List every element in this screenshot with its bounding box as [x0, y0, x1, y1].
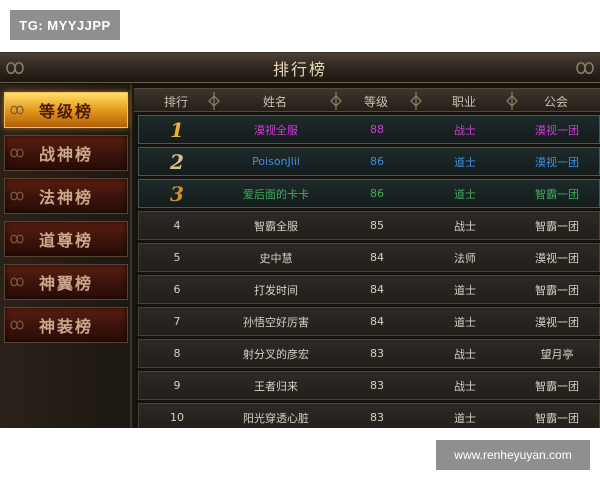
player-name-cell: 射分叉的彦宏 [243, 347, 309, 361]
table-row[interactable]: 3 爱后面的卡卡 86 道士 智霸一团 [138, 179, 600, 208]
player-name-cell: 智霸全服 [254, 219, 298, 233]
tab-label: 神翼榜 [38, 274, 93, 293]
guild-cell: 漠视一团 [535, 315, 579, 329]
level-cell: 84 [370, 315, 384, 328]
table-row[interactable]: 2 PoisonJlii 86 道士 漠视一团 [138, 147, 600, 176]
level-cell: 88 [370, 123, 384, 136]
tab-equipment[interactable]: 神装榜 [4, 307, 128, 343]
tab-label: 法神榜 [38, 188, 93, 207]
knot-ornament-icon [576, 61, 594, 75]
site-watermark: www.renheyuyan.com [436, 440, 590, 470]
knot-ornament-icon [10, 105, 24, 115]
window-title: 排行榜 [272, 59, 327, 79]
level-cell: 83 [370, 347, 384, 360]
title-bar: 排行榜 [0, 53, 600, 83]
table-row[interactable]: 5 史中慧 84 法师 漠视一团 [138, 243, 600, 272]
leaderboard-window: 排行榜 等级榜战神榜法神榜道尊榜神翼榜神装榜 排行 姓名 等级 职业 公会 1 漠视全服 8… [0, 52, 600, 428]
player-name-cell: 爱后面的卡卡 [243, 187, 309, 201]
job-cell: 道士 [454, 411, 476, 425]
guild-cell: 智霸一团 [535, 411, 579, 425]
guild-cell: 漠视一团 [535, 123, 579, 137]
knot-ornament-icon [10, 234, 24, 244]
rank-cell: 8 [173, 347, 181, 360]
rank-cell: 1 [170, 117, 184, 142]
table-row[interactable]: 9 王者归来 83 战士 智霸一团 [138, 371, 600, 400]
table-row[interactable]: 4 智霸全服 85 战士 智霸一团 [138, 211, 600, 240]
job-cell: 道士 [454, 155, 476, 169]
table-row[interactable]: 8 射分叉的彦宏 83 战士 望月亭 [138, 339, 600, 368]
column-divider-icon [208, 92, 220, 110]
tab-level[interactable]: 等级榜 [4, 92, 128, 128]
rank-cell: 7 [173, 315, 181, 328]
rank-cell: 10 [170, 411, 184, 424]
job-cell: 道士 [454, 187, 476, 201]
player-name-cell: 孙悟空好厉害 [243, 315, 309, 329]
table-row[interactable]: 7 孙悟空好厉害 84 道士 漠视一团 [138, 307, 600, 336]
job-cell: 战士 [454, 219, 476, 233]
tab-label: 道尊榜 [38, 231, 93, 250]
rank-cell: 2 [170, 149, 184, 174]
job-cell: 法师 [454, 251, 476, 265]
level-cell: 83 [370, 379, 384, 392]
guild-cell: 望月亭 [540, 347, 574, 361]
job-cell: 道士 [454, 315, 476, 329]
header-name: 姓名 [262, 94, 287, 109]
table-row[interactable]: 10 阳光穿透心脏 83 道士 智霸一团 [138, 403, 600, 428]
column-divider-icon [506, 92, 518, 110]
knot-ornament-icon [10, 148, 24, 158]
table-row[interactable]: 1 漠视全服 88 战士 漠视一团 [138, 115, 600, 144]
guild-cell: 智霸一团 [535, 283, 579, 297]
tab-mage[interactable]: 法神榜 [4, 178, 128, 214]
player-name-cell: 漠视全服 [254, 123, 298, 137]
tab-warrior[interactable]: 战神榜 [4, 135, 128, 171]
ranking-table: 排行 姓名 等级 职业 公会 1 漠视全服 88 战士 漠视一团 2 PoisonJlii 86 道士漠… [134, 84, 600, 428]
player-name-cell: 阳光穿透心脏 [243, 411, 309, 425]
guild-cell: 智霸一团 [535, 219, 579, 233]
player-name-cell: 打发时间 [254, 283, 298, 297]
guild-cell: 漠视一团 [535, 251, 579, 265]
rank-cell: 3 [170, 181, 184, 206]
rank-cell: 5 [173, 251, 181, 264]
knot-ornament-icon [10, 277, 24, 287]
level-cell: 85 [370, 219, 384, 232]
rank-cell: 9 [173, 379, 181, 392]
guild-cell: 漠视一团 [535, 155, 579, 169]
knot-ornament-icon [6, 61, 24, 75]
ranking-category-sidebar: 等级榜战神榜法神榜道尊榜神翼榜神装榜 [0, 84, 132, 428]
tab-wings[interactable]: 神翼榜 [4, 264, 128, 300]
level-cell: 86 [370, 155, 384, 168]
job-cell: 战士 [454, 123, 476, 137]
job-cell: 战士 [454, 379, 476, 393]
header-job: 职业 [451, 94, 476, 109]
tab-label: 等级榜 [38, 102, 93, 121]
rank-cell: 4 [173, 219, 181, 232]
tab-taoist[interactable]: 道尊榜 [4, 221, 128, 257]
tg-watermark: TG: MYYJJPP [10, 10, 120, 40]
guild-cell: 智霸一团 [535, 187, 579, 201]
level-cell: 86 [370, 187, 384, 200]
job-cell: 道士 [454, 283, 476, 297]
rank-cell: 6 [173, 283, 181, 296]
player-name-cell: 史中慧 [259, 251, 293, 265]
header-rank: 排行 [163, 94, 188, 109]
guild-cell: 智霸一团 [535, 379, 579, 393]
tab-label: 战神榜 [38, 145, 93, 164]
header-guild: 公会 [543, 94, 568, 109]
player-name-cell: PoisonJlii [252, 155, 300, 168]
header-level: 等级 [363, 94, 388, 109]
player-name-cell: 王者归来 [254, 379, 298, 393]
column-divider-icon [330, 92, 342, 110]
column-divider-icon [410, 92, 422, 110]
job-cell: 战士 [454, 347, 476, 361]
level-cell: 84 [370, 283, 384, 296]
level-cell: 83 [370, 411, 384, 424]
knot-ornament-icon [10, 191, 24, 201]
table-row[interactable]: 6 打发时间 84 道士 智霸一团 [138, 275, 600, 304]
table-header: 排行 姓名 等级 职业 公会 [134, 88, 600, 112]
knot-ornament-icon [10, 320, 24, 330]
level-cell: 84 [370, 251, 384, 264]
tab-label: 神装榜 [38, 317, 93, 336]
